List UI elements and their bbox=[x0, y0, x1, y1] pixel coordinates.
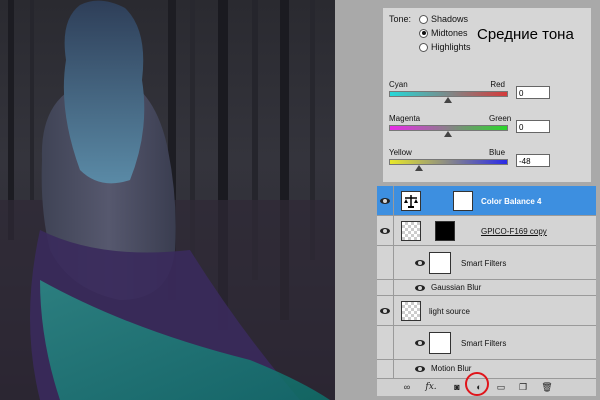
radio-label-highlights: Highlights bbox=[431, 42, 471, 52]
eye-icon[interactable] bbox=[415, 366, 425, 372]
smart-filters-label: Smart Filters bbox=[461, 339, 507, 348]
cyan-red-value[interactable]: 0 bbox=[516, 86, 550, 99]
forest-photo bbox=[0, 0, 335, 400]
slider-label-yellow: Yellow bbox=[389, 148, 412, 157]
radio-label-shadows: Shadows bbox=[431, 14, 469, 24]
magenta-green-thumb[interactable] bbox=[443, 131, 452, 137]
cyan-red-slider[interactable]: Cyan Red 0 bbox=[389, 80, 585, 114]
slider-label-cyan: Cyan bbox=[389, 80, 408, 89]
visibility-toggle[interactable] bbox=[377, 246, 394, 279]
radio-circle-shadows[interactable] bbox=[419, 14, 428, 24]
visibility-toggle[interactable] bbox=[377, 326, 394, 359]
fx-icon[interactable]: fx. bbox=[425, 381, 437, 393]
new-layer-icon[interactable]: ❐ bbox=[517, 381, 529, 393]
smart-filter-mask-thumbnail[interactable] bbox=[429, 332, 451, 354]
layer-gpico[interactable]: GPICO-F169 copy bbox=[377, 216, 596, 246]
layer-name-color-balance[interactable]: Color Balance 4 bbox=[481, 197, 541, 206]
eye-icon[interactable] bbox=[415, 260, 425, 266]
radio-circle-midtones[interactable] bbox=[419, 28, 428, 38]
midtones-translation-note: Средние тона bbox=[477, 26, 574, 43]
smart-filters-label: Smart Filters bbox=[461, 259, 507, 268]
layer-name-gpico[interactable]: GPICO-F169 copy bbox=[481, 227, 547, 236]
adjustment-thumbnail-icon bbox=[401, 191, 421, 211]
smart-filters-row[interactable]: Smart Filters bbox=[377, 326, 596, 360]
layer-mask-thumbnail[interactable] bbox=[453, 191, 473, 211]
radio-circle-highlights[interactable] bbox=[419, 42, 428, 52]
slider-label-red: Red bbox=[490, 80, 505, 89]
magenta-green-value[interactable]: 0 bbox=[516, 120, 550, 133]
slider-label-green: Green bbox=[489, 114, 512, 123]
filter-gaussian-blur[interactable]: Gaussian Blur bbox=[377, 280, 596, 296]
photoshop-panel: Tone: Shadows Midtones Highlights Средни… bbox=[335, 0, 600, 400]
filter-name-gaussian-blur[interactable]: Gaussian Blur bbox=[431, 283, 481, 292]
visibility-toggle[interactable] bbox=[377, 280, 394, 295]
trash-icon[interactable]: 🗑 bbox=[541, 381, 553, 393]
eye-icon[interactable] bbox=[415, 340, 425, 346]
link-icon[interactable]: ∞ bbox=[401, 381, 413, 393]
eye-icon[interactable] bbox=[380, 198, 390, 204]
layer-mask-thumbnail[interactable] bbox=[435, 221, 455, 241]
visibility-toggle[interactable] bbox=[377, 360, 394, 378]
eye-icon[interactable] bbox=[380, 308, 390, 314]
radio-shadows[interactable]: Shadows bbox=[419, 14, 468, 24]
mask-icon[interactable]: ◙ bbox=[451, 381, 463, 393]
smart-filter-mask-thumbnail[interactable] bbox=[429, 252, 451, 274]
visibility-toggle[interactable] bbox=[377, 296, 394, 325]
eye-icon[interactable] bbox=[415, 285, 425, 291]
magenta-green-slider[interactable]: Magenta Green 0 bbox=[389, 114, 585, 148]
filter-motion-blur[interactable]: Motion Blur bbox=[377, 360, 596, 378]
filter-name-motion-blur[interactable]: Motion Blur bbox=[431, 364, 471, 373]
radio-highlights[interactable]: Highlights bbox=[419, 42, 471, 52]
color-balance-panel: Tone: Shadows Midtones Highlights Средни… bbox=[383, 8, 591, 182]
smart-filters-row[interactable]: Smart Filters bbox=[377, 246, 596, 280]
visibility-toggle[interactable] bbox=[377, 216, 394, 245]
tone-label: Tone: bbox=[389, 14, 412, 24]
highlight-circle-annotation bbox=[465, 372, 489, 396]
radio-midtones[interactable]: Midtones bbox=[419, 28, 468, 38]
group-icon[interactable]: ▭ bbox=[495, 381, 507, 393]
layer-name-light-source[interactable]: light source bbox=[429, 307, 470, 316]
layer-thumbnail bbox=[401, 221, 421, 241]
yellow-blue-thumb[interactable] bbox=[415, 165, 424, 171]
layer-color-balance[interactable]: Color Balance 4 bbox=[377, 186, 596, 216]
cyan-red-thumb[interactable] bbox=[443, 97, 452, 103]
yellow-blue-value[interactable]: -48 bbox=[516, 154, 550, 167]
visibility-toggle[interactable] bbox=[377, 186, 394, 215]
radio-label-midtones: Midtones bbox=[431, 28, 468, 38]
layers-panel: Color Balance 4 GPICO-F169 copy Smart Fi… bbox=[377, 186, 596, 378]
layer-light-source[interactable]: light source bbox=[377, 296, 596, 326]
slider-label-blue: Blue bbox=[489, 148, 506, 157]
eye-icon[interactable] bbox=[380, 228, 390, 234]
yellow-blue-bar[interactable] bbox=[389, 159, 508, 165]
photo-canvas bbox=[0, 0, 335, 400]
balance-scale-icon bbox=[404, 195, 418, 208]
slider-label-magenta: Magenta bbox=[389, 114, 421, 123]
yellow-blue-slider[interactable]: Yellow Blue -48 bbox=[389, 148, 585, 182]
layer-thumbnail bbox=[401, 301, 421, 321]
